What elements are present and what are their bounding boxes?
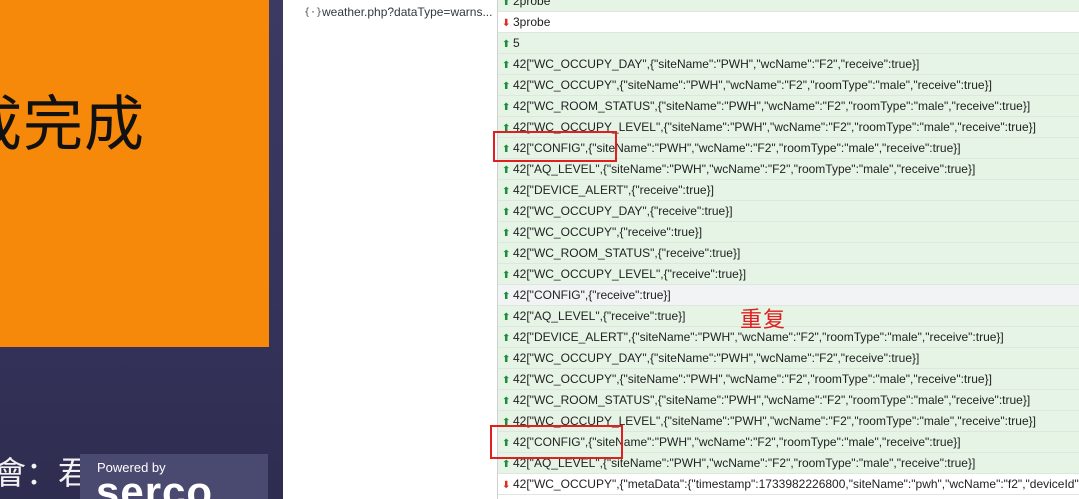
message-text: 42["DEVICE_ALERT",{"receive":true}] bbox=[513, 183, 714, 197]
sent-arrow-icon: ⬆ bbox=[502, 270, 511, 281]
message-text: 5 bbox=[513, 36, 520, 50]
sent-arrow-icon: ⬆ bbox=[502, 0, 511, 8]
received-arrow-icon: ⬇ bbox=[502, 480, 511, 491]
annotation-note: 重复 bbox=[740, 308, 787, 333]
message-row[interactable]: ⬆ 2probe bbox=[498, 0, 1079, 12]
slide-footer-text: 會：君 bbox=[0, 454, 91, 492]
sent-arrow-icon: ⬆ bbox=[502, 60, 511, 71]
highlight-box-config-2 bbox=[490, 425, 623, 459]
message-row[interactable]: ⬆ 42["WC_ROOM_STATUS",{"receive":true}] bbox=[498, 243, 1079, 264]
message-row[interactable]: ⬆ 42["WC_OCCUPY",{"receive":true}] bbox=[498, 222, 1079, 243]
request-row[interactable]: {·} weather.php?dataType=warns... bbox=[283, 0, 497, 24]
message-row[interactable]: ⬆ 42["DEVICE_ALERT",{"receive":true}] bbox=[498, 180, 1079, 201]
sent-arrow-icon: ⬆ bbox=[502, 207, 511, 218]
message-text: 42["WC_OCCUPY_LEVEL",{"receive":true}] bbox=[513, 267, 747, 281]
message-row[interactable]: ⬆ 42["WC_OCCUPY_LEVEL",{"receive":true}] bbox=[498, 264, 1079, 285]
sent-arrow-icon: ⬆ bbox=[502, 312, 511, 323]
message-text: 42["AQ_LEVEL",{"siteName":"PWH","wcName"… bbox=[513, 162, 976, 176]
message-text: 42["CONFIG",{"receive":true}] bbox=[513, 288, 671, 302]
devtools-network-panel: {·} weather.php?dataType=warns... ⬆ 2prob… bbox=[283, 0, 1079, 499]
message-row[interactable]: ⬆ 42["WC_OCCUPY",{"siteName":"PWH","wcNam… bbox=[498, 75, 1079, 96]
sent-arrow-icon: ⬆ bbox=[502, 354, 511, 365]
presentation-slide: 成完成 會：君 Powered by serco bbox=[0, 0, 283, 499]
message-row[interactable]: ⬆ 42["WC_OCCUPY",{"siteName":"PWH","wcNam… bbox=[498, 369, 1079, 390]
sent-arrow-icon: ⬆ bbox=[502, 249, 511, 260]
message-row[interactable]: ⬆ 42["WC_OCCUPY_DAY",{"siteName":"PWH","w… bbox=[498, 54, 1079, 75]
sent-arrow-icon: ⬆ bbox=[502, 291, 511, 302]
message-text: 3probe bbox=[513, 15, 551, 29]
request-name: weather.php?dataType=warns... bbox=[322, 5, 493, 19]
message-row[interactable]: ⬆ 42["DEVICE_ALERT",{"siteName":"PWH","wc… bbox=[498, 327, 1079, 348]
sent-arrow-icon: ⬆ bbox=[502, 375, 511, 386]
message-row[interactable]: ⬆ 42["CONFIG",{"receive":true}] bbox=[498, 285, 1079, 306]
message-text: 42["WC_ROOM_STATUS",{"siteName":"PWH","w… bbox=[513, 393, 1031, 407]
message-text: 42["WC_OCCUPY",{"siteName":"PWH","wcName… bbox=[513, 372, 992, 386]
message-text: 42["WC_ROOM_STATUS",{"siteName":"PWH","w… bbox=[513, 99, 1031, 113]
sent-arrow-icon: ⬆ bbox=[502, 165, 511, 176]
message-row[interactable]: ⬆ 5 bbox=[498, 33, 1079, 54]
message-text: 42["WC_OCCUPY_DAY",{"siteName":"PWH","wc… bbox=[513, 351, 920, 365]
message-row[interactable]: ⬆ 42["AQ_LEVEL",{"siteName":"PWH","wcName… bbox=[498, 159, 1079, 180]
sent-arrow-icon: ⬆ bbox=[502, 81, 511, 92]
message-row[interactable]: ⬇ 42["WC_OCCUPY",{"metaData":{"timestamp"… bbox=[498, 474, 1079, 495]
message-row[interactable]: ⬆ 42["WC_ROOM_STATUS",{"siteName":"PWH","… bbox=[498, 390, 1079, 411]
message-text: 42["WC_OCCUPY",{"siteName":"PWH","wcName… bbox=[513, 78, 992, 92]
sent-arrow-icon: ⬆ bbox=[502, 186, 511, 197]
screen: 成完成 會：君 Powered by serco {·} weather.php… bbox=[0, 0, 1079, 499]
sent-arrow-icon: ⬆ bbox=[502, 102, 511, 113]
serco-logo: serco bbox=[96, 468, 214, 499]
message-row[interactable]: ⬆ 42["WC_OCCUPY_DAY",{"receive":true}] bbox=[498, 201, 1079, 222]
message-text: 42["AQ_LEVEL",{"receive":true}] bbox=[513, 309, 686, 323]
sent-arrow-icon: ⬆ bbox=[502, 396, 511, 407]
message-text: 42["WC_OCCUPY",{"metaData":{"timestamp":… bbox=[513, 477, 1079, 491]
slide-orange-panel bbox=[0, 0, 269, 347]
highlight-box-config-1 bbox=[493, 131, 617, 162]
message-text: 42["WC_ROOM_STATUS",{"receive":true}] bbox=[513, 246, 741, 260]
sent-arrow-icon: ⬆ bbox=[502, 333, 511, 344]
websocket-icon: {·} bbox=[304, 6, 323, 18]
received-arrow-icon: ⬇ bbox=[502, 18, 511, 29]
message-text: 42["WC_OCCUPY",{"receive":true}] bbox=[513, 225, 703, 239]
message-row[interactable]: ⬆ 42["WC_ROOM_STATUS",{"siteName":"PWH","… bbox=[498, 96, 1079, 117]
message-row[interactable]: ⬆ 42["WC_OCCUPY_DAY",{"siteName":"PWH","w… bbox=[498, 348, 1079, 369]
slide-title: 成完成 bbox=[0, 90, 145, 160]
sent-arrow-icon: ⬆ bbox=[502, 39, 511, 50]
request-name-column: {·} weather.php?dataType=warns... bbox=[283, 0, 498, 499]
websocket-messages-list: ⬆ 2probe ⬇ 3probe ⬆ 5 ⬆ 42["WC_OCCUPY_DAY",{"si… bbox=[498, 0, 1079, 495]
message-text: 42["WC_OCCUPY_DAY",{"receive":true}] bbox=[513, 204, 733, 218]
sent-arrow-icon: ⬆ bbox=[502, 228, 511, 239]
message-row[interactable]: ⬇ 3probe bbox=[498, 12, 1079, 33]
message-text: 2probe bbox=[513, 0, 551, 8]
message-row[interactable]: ⬆ 42["AQ_LEVEL",{"receive":true}] bbox=[498, 306, 1079, 327]
message-text: 42["WC_OCCUPY_DAY",{"siteName":"PWH","wc… bbox=[513, 57, 920, 71]
